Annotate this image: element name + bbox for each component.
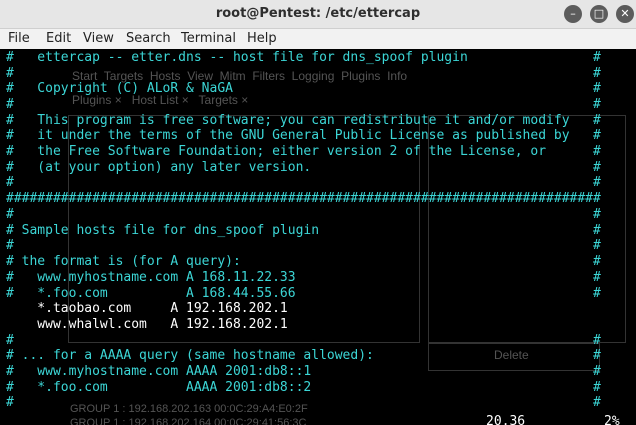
text-line: # the format is (for A query): # (6, 254, 601, 269)
text-line: # Sample hosts file for dns_spoof plugin… (6, 223, 601, 238)
menu-view[interactable]: View (83, 31, 114, 46)
text-line: # # (6, 97, 601, 112)
text-line: # *.foo.com A 168.44.55.66 # (6, 286, 601, 301)
window-title: root@Pentest: /etc/ettercap (215, 6, 421, 21)
text-line: # (at your option) any later version. # (6, 160, 601, 175)
text-line: # it under the terms of the GNU General … (6, 128, 601, 143)
menu-bar: File Edit View Search Terminal Help (0, 29, 636, 49)
menu-file[interactable]: File (8, 31, 30, 46)
minimize-icon[interactable]: – (564, 5, 582, 23)
text-line: # # (6, 207, 601, 222)
text-line: # www.myhostname.com A 168.11.22.33 # (6, 270, 601, 285)
menu-search[interactable]: Search (126, 31, 171, 46)
text-line: # www.myhostname.com AAAA 2001:db8::1 # (6, 364, 601, 379)
text-line: # *.foo.com AAAA 2001:db8::2 # (6, 380, 601, 395)
menu-edit[interactable]: Edit (46, 31, 71, 46)
bg-log-line: GROUP 1 : 192.168.202.164 00:0C:29:41:56… (70, 417, 307, 425)
text-line: *.taobao.com A 192.168.202.1 (6, 301, 288, 316)
cursor-position: 20,36 (486, 414, 526, 425)
close-icon[interactable]: ✕ (616, 5, 634, 23)
menu-terminal[interactable]: Terminal (181, 31, 236, 46)
text-line: # the Free Software Foundation; either v… (6, 144, 601, 159)
maximize-icon[interactable]: □ (590, 5, 608, 23)
text-line: # # (6, 333, 601, 348)
scroll-percent: 2% (604, 414, 620, 425)
text-line: # Copyright (C) ALoR & NaGA # (6, 81, 601, 96)
menu-help[interactable]: Help (247, 31, 277, 46)
text-line: # ... for a AAAA query (same hostname al… (6, 348, 601, 363)
text-line: # This program is free software; you can… (6, 113, 601, 128)
text-line: www.whalwl.com A 192.168.202.1 (6, 317, 288, 332)
text-line: # # (6, 175, 601, 190)
text-line: # # (6, 66, 601, 81)
terminal-window: root@Pentest: /etc/ettercap – □ ✕ File E… (0, 0, 636, 425)
text-line: ########################################… (6, 191, 601, 206)
text-line: # # (6, 238, 601, 253)
title-bar[interactable]: root@Pentest: /etc/ettercap – □ ✕ (0, 0, 636, 29)
text-line: # # (6, 395, 601, 410)
text-line: # ettercap -- etter.dns -- host file for… (6, 50, 601, 65)
terminal-area[interactable]: Start Targets Hosts View Mitm Filters Lo… (0, 49, 636, 425)
